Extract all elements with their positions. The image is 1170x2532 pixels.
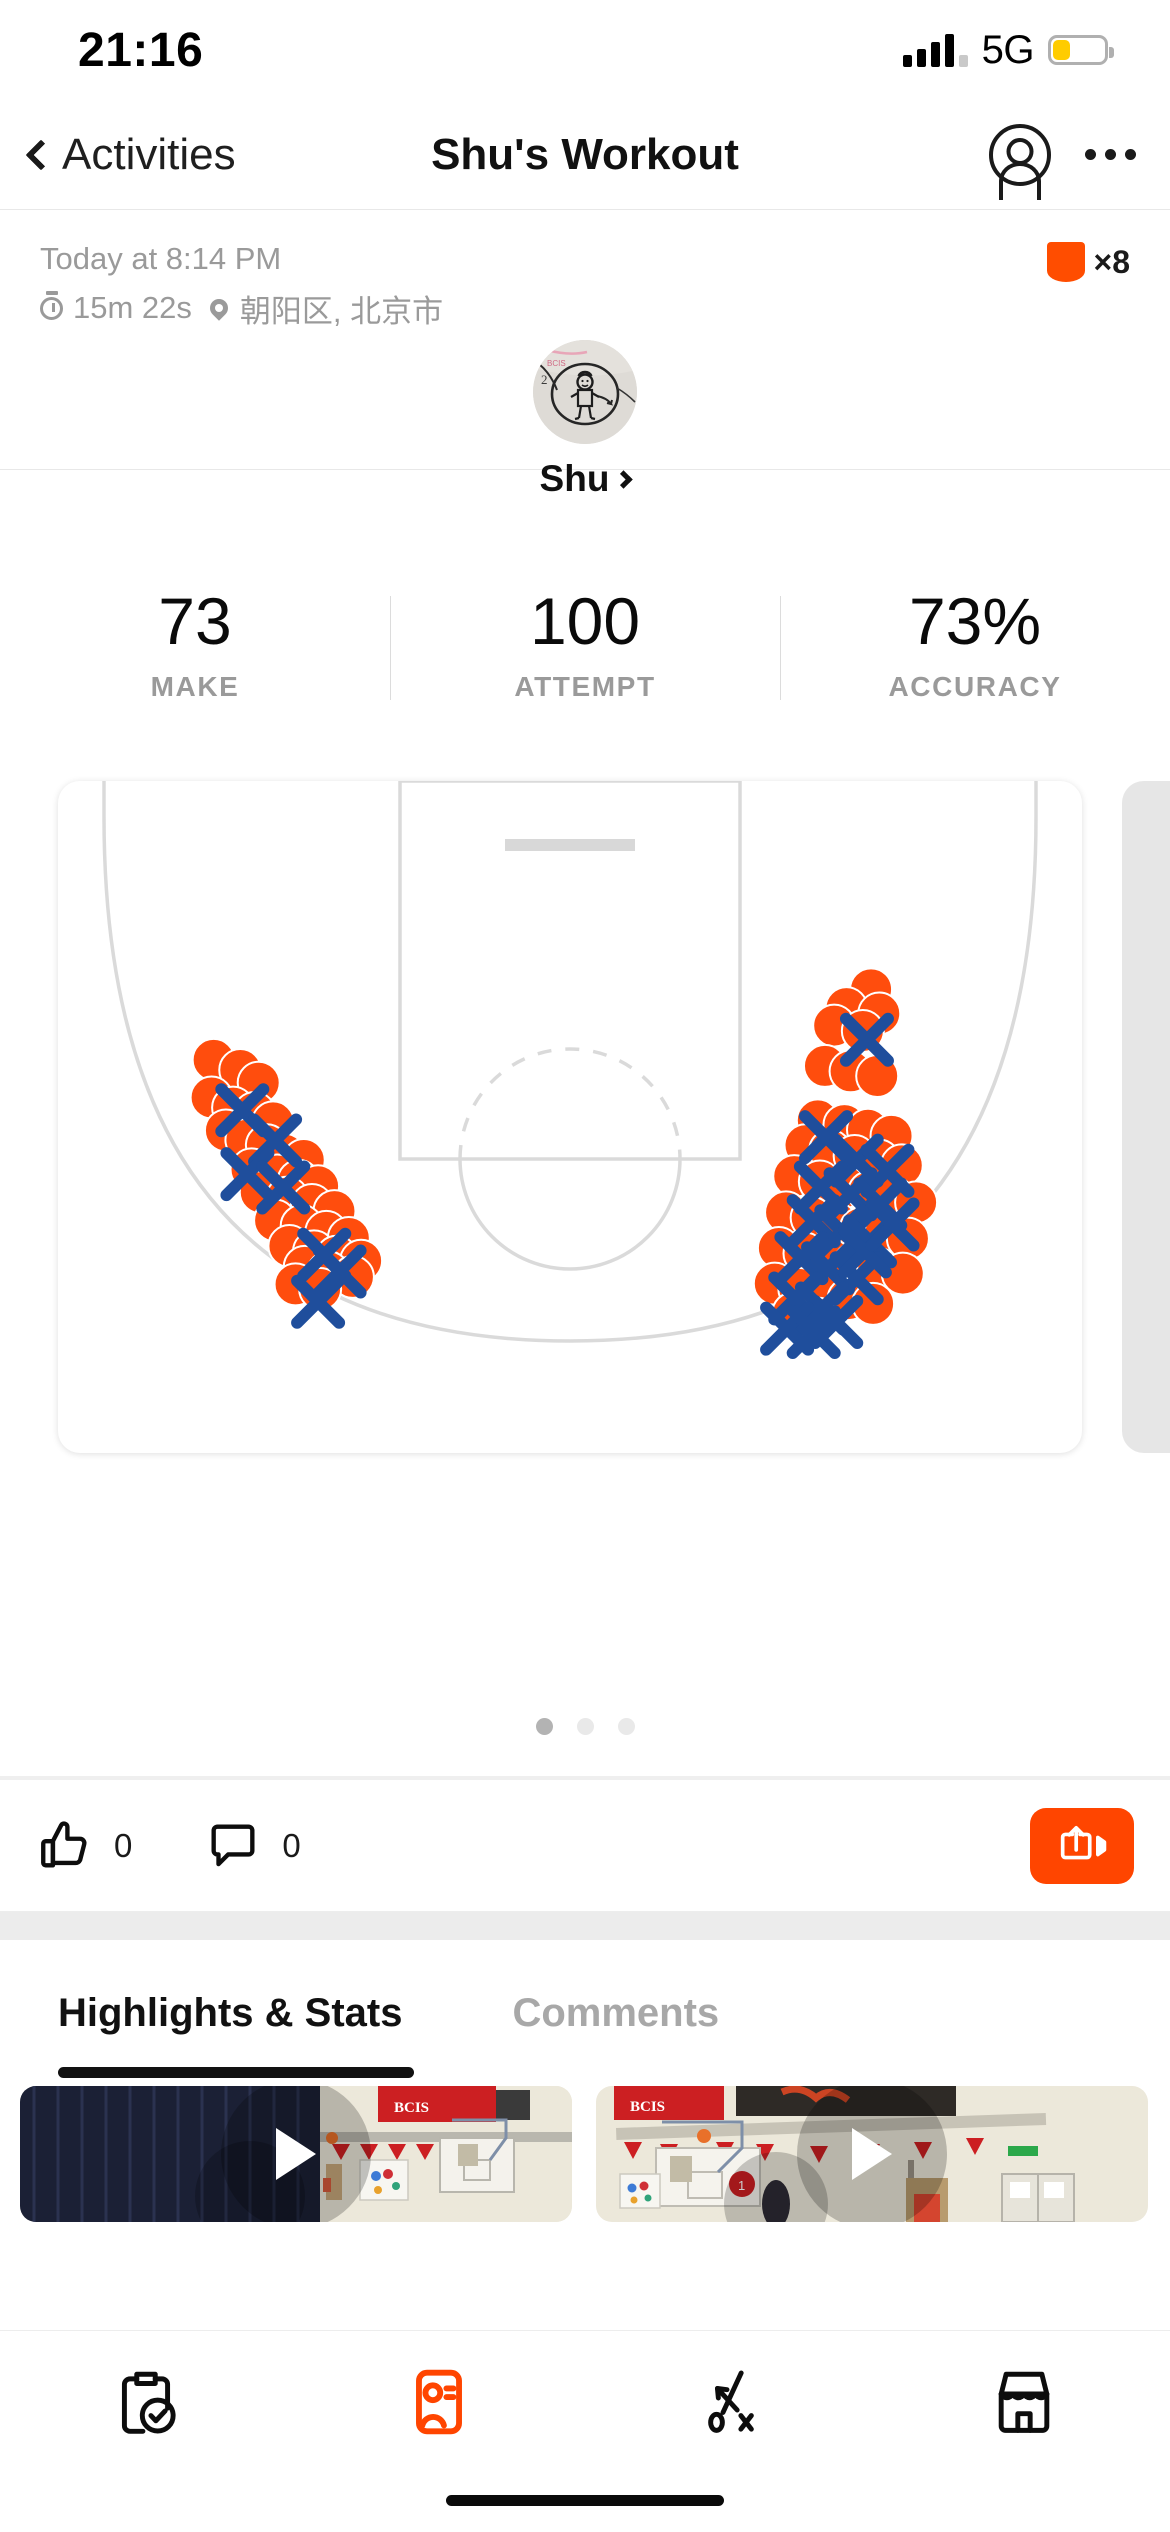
stat-label: ACCURACY: [888, 670, 1062, 702]
highlights-strip[interactable]: BCIS BCIS: [0, 2086, 1170, 2222]
account-circle-icon[interactable]: [989, 123, 1051, 186]
chevron-left-icon: [25, 138, 57, 171]
player-avatar[interactable]: 2 BCIS: [533, 340, 637, 444]
engagement-bar: 0 0: [0, 1780, 1170, 1912]
tab-workouts[interactable]: [0, 2365, 293, 2439]
like-count: 0: [114, 1826, 133, 1864]
clipboard-check-icon: [122, 2371, 176, 2434]
player-name-row[interactable]: Shu: [539, 458, 634, 500]
tab-drills[interactable]: [585, 2365, 878, 2439]
shot-chart-next-card[interactable]: [1122, 781, 1170, 1453]
store-icon: [998, 2371, 1050, 2433]
badge-counter: ×8: [1046, 242, 1130, 282]
stat-attempt: 100 ATTEMPT: [390, 588, 780, 703]
play-icon[interactable]: [276, 2128, 316, 2180]
location-pin-icon: [206, 295, 232, 321]
carousel-pager[interactable]: [0, 1718, 1170, 1735]
tab-profile[interactable]: [293, 2365, 586, 2439]
comment-count: 0: [282, 1826, 301, 1864]
status-bar: 21:16 5G: [0, 0, 1170, 100]
highlight-thumbnail[interactable]: BCIS 1: [596, 2086, 1148, 2222]
stat-value: 73: [158, 583, 232, 658]
shot-chart-carousel[interactable]: [0, 773, 1170, 1463]
badge-multiplier: ×8: [1093, 243, 1130, 280]
shield-badge-icon: [1046, 242, 1085, 282]
svg-text:BCIS: BCIS: [547, 359, 566, 368]
backboard: [505, 839, 635, 851]
home-indicator: [446, 2495, 724, 2506]
activity-location: 朝阳区, 北京市: [239, 293, 444, 329]
stat-value: 100: [529, 583, 641, 658]
share-button[interactable]: [1030, 1808, 1134, 1884]
status-time: 21:16: [78, 23, 204, 77]
thumbs-up-icon: [41, 1820, 87, 1868]
player-name: Shu: [539, 458, 610, 499]
player-section: 2 BCIS Shu: [0, 340, 1170, 499]
back-button[interactable]: Activities: [25, 129, 236, 180]
stats-row: 73 MAKE 100 ATTEMPT 73% ACCURACY: [0, 575, 1170, 715]
tab-comments[interactable]: Comments: [512, 1991, 719, 2050]
active-tab-underline: [58, 2067, 414, 2078]
activity-meta: Today at 8:14 PM 15m 22s 朝阳区, 北京市 ×8: [0, 210, 1170, 330]
svg-text:BCIS: BCIS: [394, 2100, 429, 2116]
bottom-tab-bar: [0, 2330, 1170, 2532]
stat-label: ATTEMPT: [514, 670, 656, 702]
svg-text:2: 2: [541, 372, 548, 387]
content-tabs: Highlights & Stats Comments: [0, 1940, 1170, 2100]
stat-value: 73%: [908, 583, 1042, 658]
svg-text:BCIS: BCIS: [630, 2099, 665, 2115]
stat-make: 73 MAKE: [0, 588, 390, 703]
timer-icon: [40, 296, 63, 320]
section-gap: [0, 1912, 1170, 1940]
shot-chart-card[interactable]: [58, 781, 1082, 1453]
play-icon[interactable]: [852, 2128, 892, 2180]
network-type-label: 5G: [981, 27, 1035, 72]
tab-store[interactable]: [878, 2365, 1170, 2439]
comment-button[interactable]: 0: [204, 1817, 301, 1875]
pager-dot[interactable]: [576, 1718, 594, 1735]
like-button[interactable]: 0: [36, 1817, 132, 1875]
share-video-icon: [1060, 1825, 1107, 1860]
stat-accuracy: 73% ACCURACY: [780, 588, 1170, 703]
more-horizontal-icon[interactable]: [1085, 149, 1136, 160]
activity-date: Today at 8:14 PM: [40, 241, 282, 276]
shot-chart-svg: [102, 781, 1038, 1360]
comment-bubble-icon: [211, 1823, 255, 1866]
profile-card-icon: [415, 2369, 462, 2435]
pager-dot[interactable]: [617, 1718, 635, 1735]
status-indicators: 5G: [902, 27, 1114, 73]
navigation-bar: Activities Shu's Workout: [0, 100, 1170, 210]
highlight-thumbnail[interactable]: BCIS: [20, 2086, 572, 2222]
back-button-label: Activities: [62, 129, 236, 179]
play-diagram-icon: [708, 2370, 755, 2433]
chevron-right-icon: [614, 469, 634, 489]
tab-highlights-stats[interactable]: Highlights & Stats: [58, 1991, 402, 2050]
pager-dot[interactable]: [535, 1718, 553, 1735]
signal-strength-icon: [902, 33, 968, 67]
battery-icon: [1048, 35, 1114, 65]
page-title: Shu's Workout: [431, 129, 739, 179]
stat-label: MAKE: [150, 670, 240, 702]
activity-duration: 15m 22s: [73, 290, 192, 326]
